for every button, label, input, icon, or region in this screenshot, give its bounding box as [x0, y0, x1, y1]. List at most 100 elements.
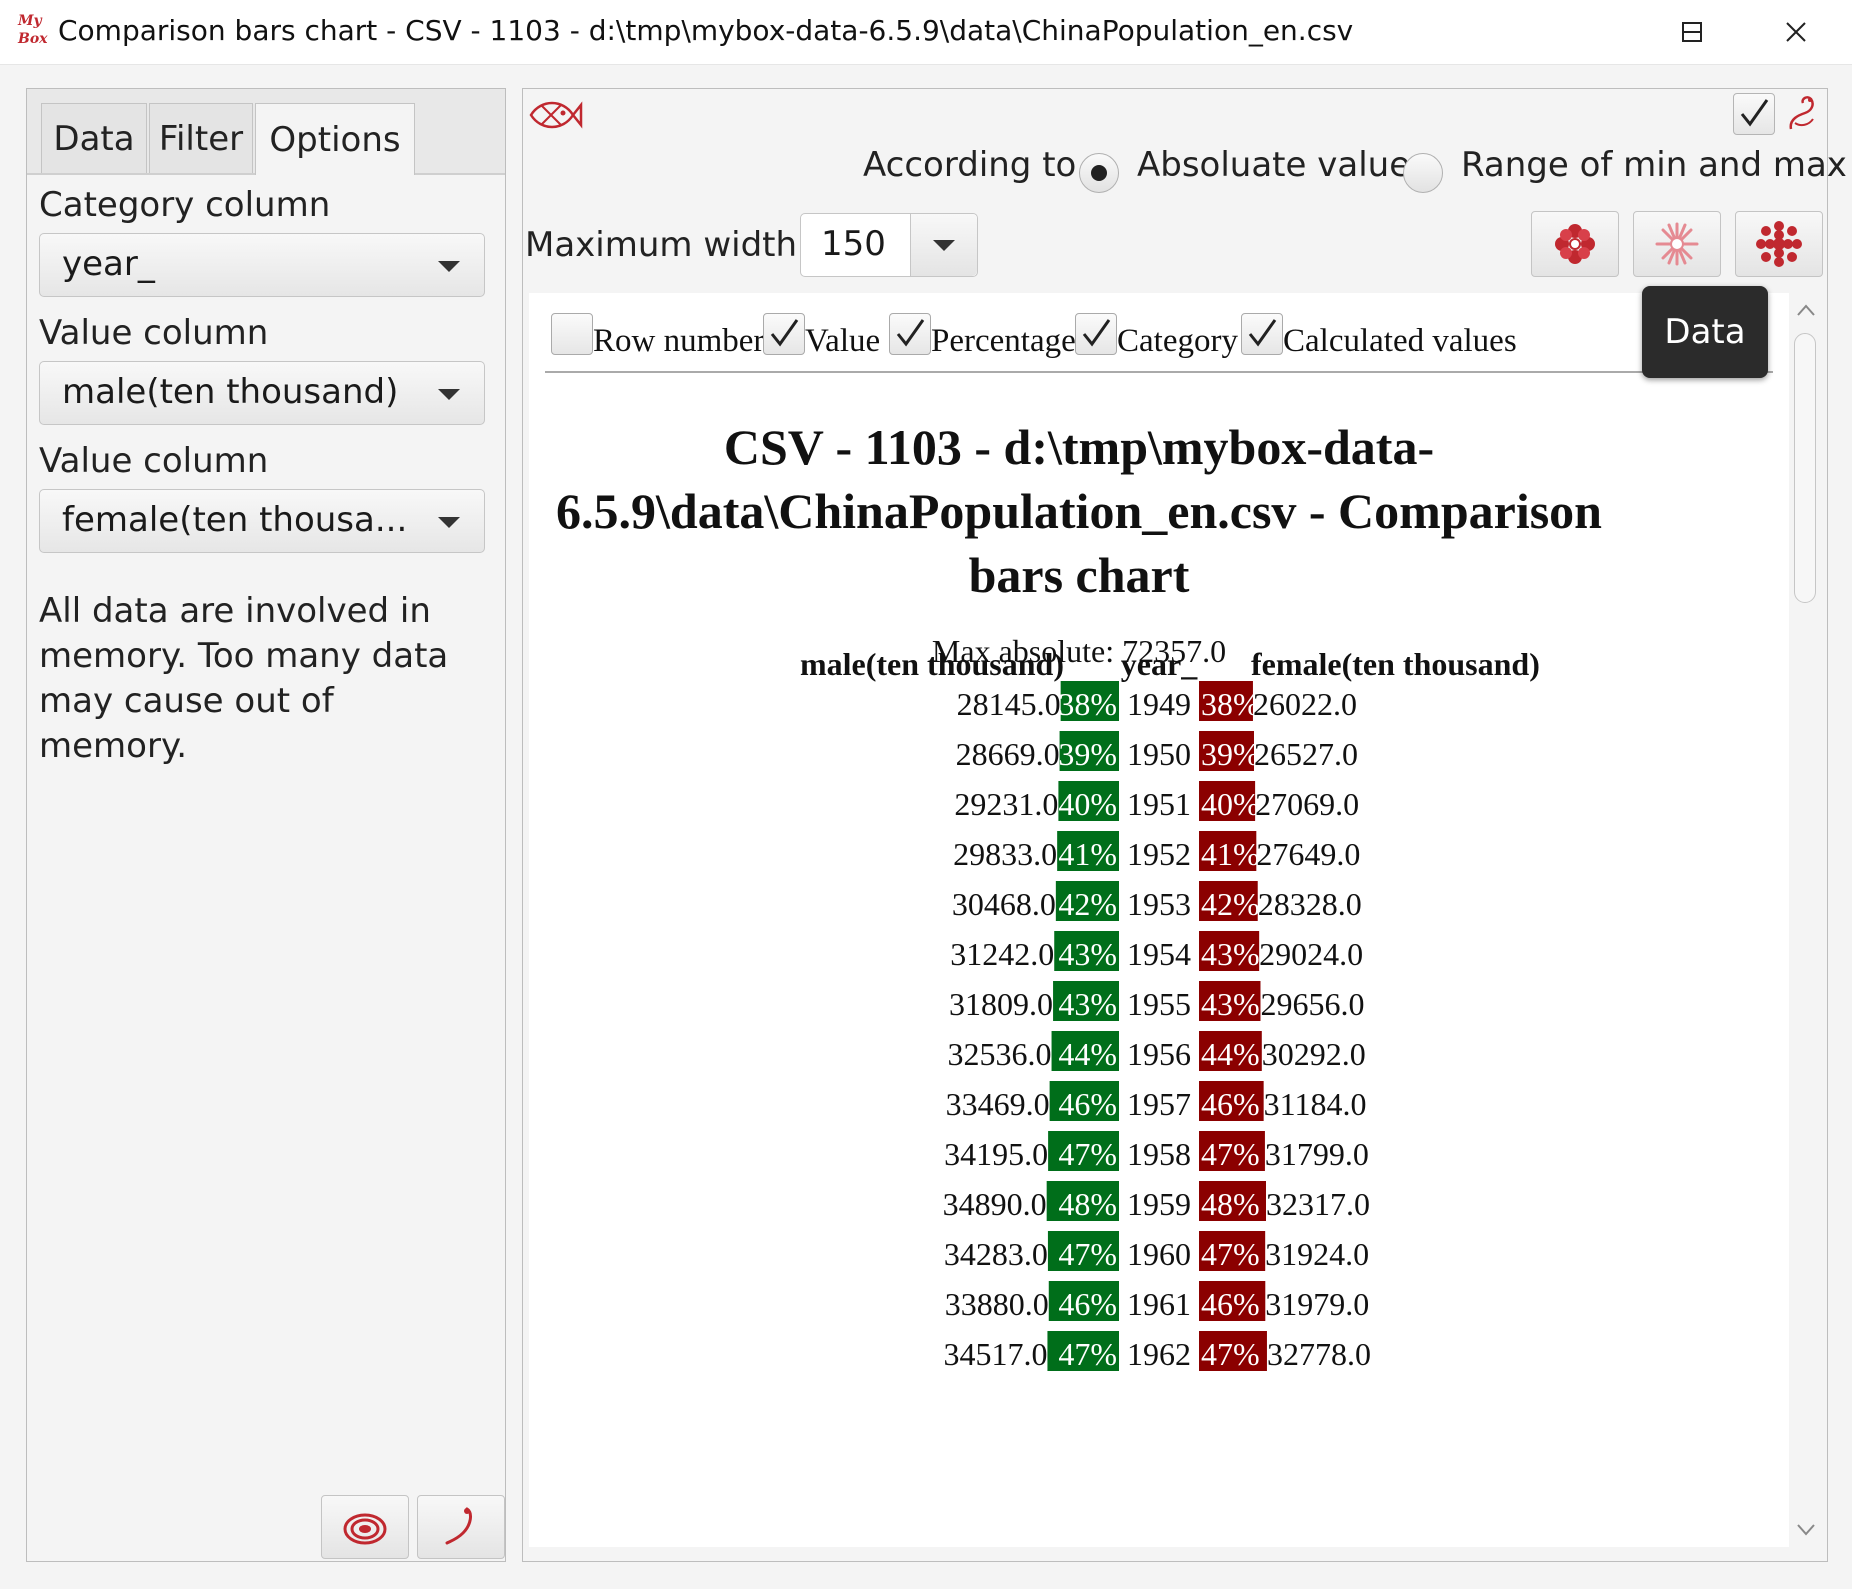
- check-icon: [1248, 319, 1277, 347]
- tab-options[interactable]: Options: [255, 103, 415, 175]
- percentage-label: Percentage: [931, 323, 1076, 359]
- tab-filter[interactable]: Filter: [149, 103, 253, 173]
- male-percent-label: 41%: [1058, 836, 1117, 872]
- male-value-label: 31242.0: [950, 936, 1054, 972]
- pop-button[interactable]: [417, 1495, 505, 1559]
- absolute-value-label[interactable]: Absoluate value: [1137, 145, 1410, 185]
- male-percent-label: 47%: [1058, 1236, 1117, 1272]
- value-checkbox[interactable]: [763, 313, 805, 355]
- chevron-down-icon: [438, 389, 460, 400]
- range-min-max-radio[interactable]: [1403, 153, 1443, 193]
- male-value-label: 34195.0: [944, 1136, 1048, 1172]
- male-value-label: 28669.0: [956, 736, 1060, 772]
- category-label: 1956: [1127, 1036, 1191, 1072]
- male-percent-label: 42%: [1058, 886, 1117, 922]
- fish-icon[interactable]: [527, 93, 583, 137]
- female-value-label: 26022.0: [1253, 686, 1357, 722]
- chevron-down-icon: [933, 240, 955, 251]
- style-button[interactable]: [1531, 211, 1619, 277]
- maximum-width-dropdown-button[interactable]: [910, 214, 977, 276]
- swirl-icon: [343, 1513, 387, 1545]
- data-tooltip: Data: [1642, 286, 1768, 378]
- female-percent-label: 48%: [1201, 1186, 1260, 1222]
- calculated-values-checkbox[interactable]: [1241, 313, 1283, 355]
- male-percent-label: 47%: [1058, 1136, 1117, 1172]
- popup-button[interactable]: [1633, 211, 1721, 277]
- female-percent-label: 46%: [1201, 1286, 1260, 1322]
- female-value-label: 29024.0: [1259, 936, 1363, 972]
- value-column-select-2[interactable]: female(ten thousa...: [39, 489, 485, 553]
- male-percent-label: 43%: [1058, 936, 1117, 972]
- maximum-width-value: 150: [821, 224, 886, 264]
- category-label: 1955: [1127, 986, 1191, 1022]
- female-percent-label: 43%: [1201, 936, 1260, 972]
- maximum-width-label: Maximum width: [525, 225, 798, 265]
- male-percent-label: 44%: [1058, 1036, 1117, 1072]
- female-percent-label: 43%: [1201, 986, 1260, 1022]
- dragon-icon[interactable]: [1785, 93, 1819, 137]
- male-value-label: 34517.0: [943, 1336, 1047, 1372]
- category-label: 1949: [1127, 686, 1191, 722]
- female-value-label: 31924.0: [1265, 1236, 1369, 1272]
- female-value-label: 28328.0: [1258, 886, 1362, 922]
- data-button[interactable]: [1735, 211, 1823, 277]
- female-percent-label: 44%: [1201, 1036, 1260, 1072]
- category-label: 1962: [1127, 1336, 1191, 1372]
- header-category: year_: [1121, 646, 1198, 682]
- window-title: Comparison bars chart - CSV - 1103 - d:\…: [58, 14, 1354, 47]
- category-label: 1952: [1127, 836, 1191, 872]
- tab-data[interactable]: Data: [41, 103, 147, 173]
- male-value-label: 34890.0: [943, 1186, 1047, 1222]
- chart-web-view: Row number Value Percentage Category Cal…: [529, 293, 1789, 1547]
- maximum-width-select[interactable]: 150: [800, 213, 978, 277]
- category-label: 1953: [1127, 886, 1191, 922]
- flower-icon: [1555, 224, 1595, 264]
- maximize-button[interactable]: [1662, 8, 1722, 56]
- female-percent-label: 39%: [1201, 736, 1260, 772]
- close-icon: [1786, 22, 1806, 42]
- category-label: Category: [1117, 323, 1238, 359]
- check-icon: [896, 319, 925, 347]
- male-percent-label: 40%: [1058, 786, 1117, 822]
- category-label: 1959: [1127, 1186, 1191, 1222]
- female-value-label: 26527.0: [1254, 736, 1358, 772]
- top-checkbox[interactable]: [1733, 93, 1775, 135]
- value-column-select-1[interactable]: male(ten thousand): [39, 361, 485, 425]
- scroll-down-icon[interactable]: [1789, 1513, 1823, 1547]
- category-label: 1958: [1127, 1136, 1191, 1172]
- category-checkbox[interactable]: [1075, 313, 1117, 355]
- left-pane: Data Filter Options Category column year…: [26, 88, 506, 1562]
- female-percent-label: 42%: [1201, 886, 1260, 922]
- vertical-scrollbar[interactable]: [1789, 293, 1823, 1547]
- category-label: 1961: [1127, 1286, 1191, 1322]
- check-icon: [1740, 99, 1769, 127]
- calculated-values-label: Calculated values: [1283, 323, 1517, 359]
- category-label: 1951: [1127, 786, 1191, 822]
- value-column-label-1: Value column: [39, 313, 269, 353]
- female-percent-label: 38%: [1201, 686, 1260, 722]
- tab-bar: Data Filter Options: [27, 89, 505, 175]
- male-percent-label: 46%: [1058, 1086, 1117, 1122]
- according-to-label: According to: [863, 145, 1077, 185]
- app-logo: My Box: [18, 13, 48, 47]
- swirl-button[interactable]: [321, 1495, 409, 1559]
- female-percent-label: 47%: [1201, 1136, 1260, 1172]
- title-bar: My Box Comparison bars chart - CSV - 110…: [0, 0, 1852, 65]
- absolute-value-radio[interactable]: [1079, 153, 1119, 193]
- female-percent-label: 47%: [1201, 1236, 1260, 1272]
- category-column-select[interactable]: year_: [39, 233, 485, 297]
- chevron-down-icon: [438, 261, 460, 272]
- memory-note: All data are involved in memory. Too man…: [39, 591, 449, 766]
- close-button[interactable]: [1766, 8, 1826, 56]
- scrollbar-thumb[interactable]: [1794, 333, 1816, 603]
- row-number-checkbox[interactable]: [551, 313, 593, 355]
- value-column-value-1: male(ten thousand): [62, 372, 399, 412]
- scroll-up-icon[interactable]: [1789, 293, 1823, 327]
- female-value-label: 32778.0: [1267, 1336, 1371, 1372]
- range-min-max-label[interactable]: Range of min and max: [1461, 145, 1847, 185]
- male-percent-label: 43%: [1058, 986, 1117, 1022]
- male-value-label: 34283.0: [944, 1236, 1048, 1272]
- percentage-checkbox[interactable]: [889, 313, 931, 355]
- female-percent-label: 41%: [1201, 836, 1260, 872]
- category-label: 1950: [1127, 736, 1191, 772]
